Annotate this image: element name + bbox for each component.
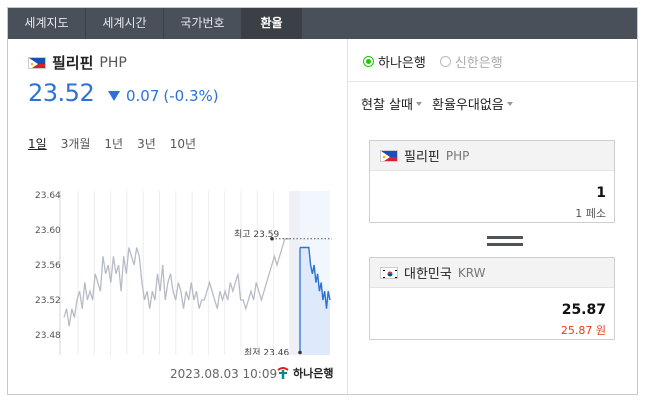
from-currency-code: PHP — [445, 148, 470, 163]
low-label: 최저 23.46 — [244, 348, 289, 356]
bank-radio-label: 하나은행 — [378, 56, 426, 71]
exchange-rate-widget: 세계지도 세계시간 국가번호 환율 필리핀 PHP 23.52 0.07 (-0… — [7, 7, 638, 395]
down-arrow-icon — [108, 91, 120, 101]
current-rate: 23.52 — [28, 79, 95, 107]
night-band — [290, 191, 300, 355]
period-3m[interactable]: 3개월 — [61, 135, 91, 152]
y-tick-label: 23.60 — [35, 226, 61, 236]
period-3y[interactable]: 3년 — [137, 135, 156, 152]
y-tick-label: 23.48 — [35, 331, 61, 341]
bank-radio-hana[interactable]: 하나은행 — [363, 52, 426, 71]
option-selects: 현찰 살때 환율우대없음 — [361, 94, 513, 113]
bank-logo-text: 하나은행 — [293, 367, 334, 380]
y-tick-label: 23.64 — [35, 191, 61, 201]
change-amount: 0.07 — [126, 87, 160, 105]
bank-selector: 하나은행 신한은행 — [363, 52, 503, 71]
preference-label: 환율우대없음 — [431, 98, 504, 113]
prev-day-line — [63, 238, 290, 327]
period-10y[interactable]: 10년 — [170, 135, 196, 152]
tab-country-code[interactable]: 국가번호 — [164, 8, 242, 39]
divider — [348, 81, 637, 82]
korea-flag-icon — [380, 266, 398, 279]
philippines-flag-icon — [28, 56, 46, 69]
bank-radio-label: 신한은행 — [454, 56, 503, 71]
radio-selected-icon — [363, 56, 374, 67]
currency-code: PHP — [99, 54, 127, 71]
tab-bar: 세계지도 세계시간 국가번호 환율 — [8, 8, 637, 39]
tab-world-time[interactable]: 세계시간 — [86, 8, 164, 39]
to-currency-code: KRW — [457, 265, 486, 280]
chevron-down-icon — [415, 101, 422, 106]
currency-header: 필리핀 PHP — [28, 52, 127, 73]
equals-icon — [487, 236, 523, 250]
radio-unselected-icon — [439, 56, 451, 67]
chevron-down-icon — [506, 101, 513, 106]
from-currency-name: 필리핀 — [404, 150, 440, 165]
bank-logo: 하나은행 — [276, 365, 333, 381]
converter-panel: 하나은행 신한은행 현찰 살때 환율우대없음 필리핀 PHP 1 1 페소 대한… — [348, 39, 637, 395]
change-percent: (-0.3%) — [163, 87, 219, 105]
bank-radio-shinhan[interactable]: 신한은행 — [439, 52, 503, 71]
philippines-flag-icon — [380, 149, 398, 162]
y-tick-label: 23.56 — [35, 261, 61, 271]
from-currency-selector[interactable]: 필리핀 PHP — [370, 141, 614, 171]
rate-chart[interactable]: 23.6423.6023.5623.5223.4823.441112131415… — [8, 155, 347, 355]
cash-type-dropdown[interactable]: 현찰 살때 — [361, 94, 422, 113]
cash-type-label: 현찰 살때 — [361, 98, 413, 113]
hana-logo-icon — [276, 366, 290, 380]
period-selector: 1일 3개월 1년 3년 10년 — [28, 135, 210, 152]
to-currency-name: 대한민국 — [404, 267, 452, 282]
to-currency-box[interactable]: 대한민국 KRW 25.87 25.87 원 — [369, 257, 615, 340]
low-point — [298, 350, 302, 355]
preference-dropdown[interactable]: 환율우대없음 — [432, 94, 513, 113]
period-1y[interactable]: 1년 — [104, 135, 123, 152]
from-currency-box[interactable]: 필리핀 PHP 1 1 페소 — [369, 140, 615, 223]
to-currency-selector[interactable]: 대한민국 KRW — [370, 258, 614, 288]
to-amount-value: 25.87 — [561, 302, 606, 318]
period-1d[interactable]: 1일 — [28, 135, 47, 152]
from-amount-unit: 1 페소 — [575, 207, 606, 220]
from-amount-input[interactable]: 1 — [596, 185, 606, 201]
tab-world-map[interactable]: 세계지도 — [8, 8, 86, 39]
currency-name: 필리핀 — [52, 54, 94, 72]
chart-date: 2023.08.03 10:09 — [170, 367, 278, 381]
rate-panel: 필리핀 PHP 23.52 0.07 (-0.3%) 1일 3개월 1년 3년 … — [8, 39, 347, 395]
rate-change: 0.07 (-0.3%) — [108, 87, 219, 105]
y-tick-label: 23.52 — [35, 296, 61, 306]
tab-exchange-rate[interactable]: 환율 — [242, 8, 302, 39]
to-amount-unit: 25.87 원 — [560, 324, 606, 337]
high-label: 최고 23.59 — [234, 229, 279, 240]
